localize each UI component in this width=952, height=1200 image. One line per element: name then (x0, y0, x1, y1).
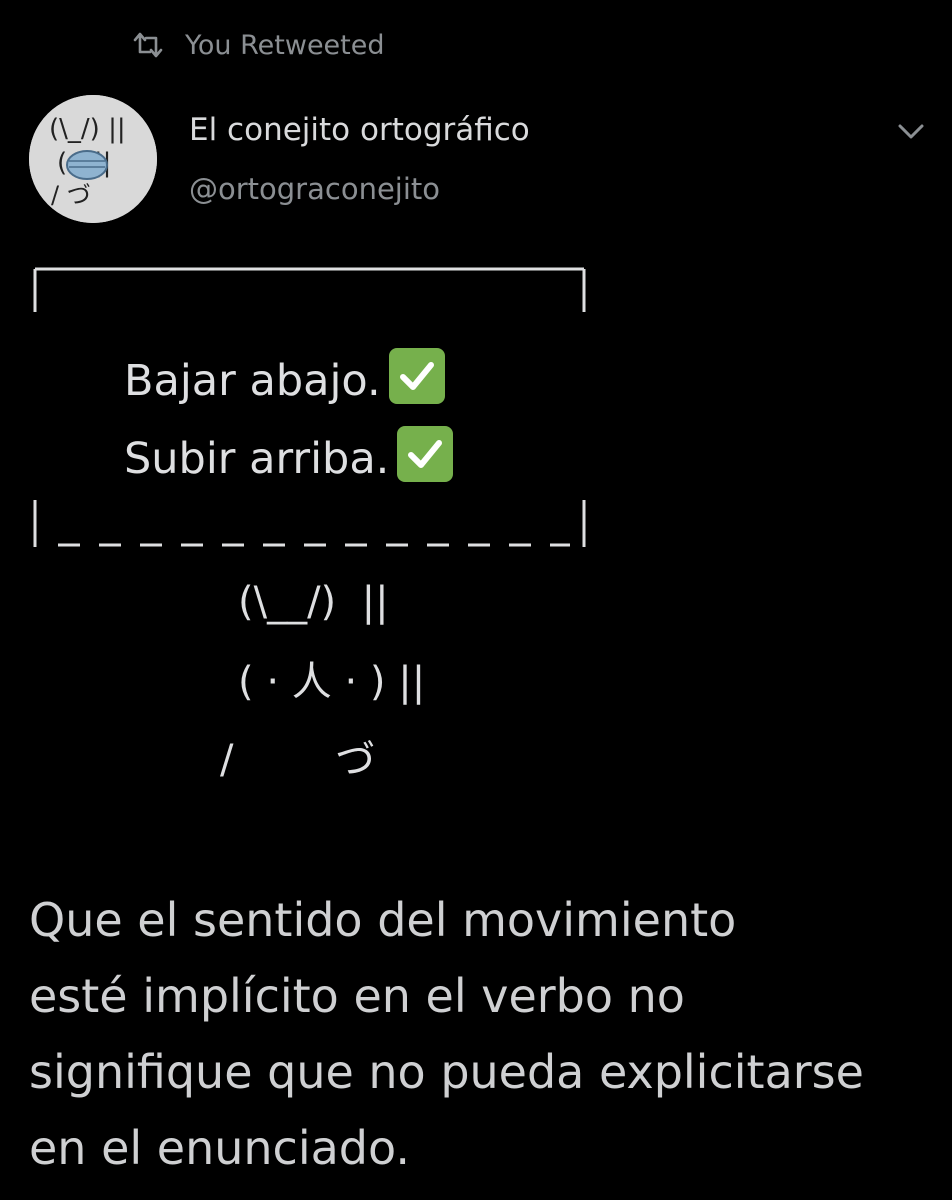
tweet-line: signifique que no pueda explicitarse (29, 1045, 864, 1099)
svg-text:(\_/) ||: (\_/) || (49, 114, 126, 144)
bunny-ears-line: (\__/) || (238, 579, 389, 625)
tweet-text: Que el sentido del movimiento esté implí… (29, 882, 934, 1186)
sign-line-2: Subir arriba. (124, 426, 454, 484)
retweet-icon (133, 32, 163, 58)
bunny-face-line: ( · 人 · ) || (238, 659, 426, 705)
author-handle[interactable]: @ortograconejito (189, 172, 440, 206)
retweet-label: You Retweeted (185, 29, 385, 61)
tweet-line: esté implícito en el verbo no (29, 969, 685, 1023)
avatar[interactable]: (\_/) || ( ) || / づ (29, 95, 157, 223)
bunny-with-mask-avatar: (\_/) || ( ) || / づ (29, 95, 157, 223)
tweet-line: Que el sentido del movimiento (29, 893, 737, 947)
check-mark-button-icon (388, 348, 445, 404)
bunny-arms-line: / づ (220, 737, 376, 783)
sign-line-1-text: Bajar abajo. (124, 356, 381, 406)
sign-line-2-text: Subir arriba. (124, 434, 390, 484)
retweet-indicator: You Retweeted (131, 27, 385, 63)
sign-ascii-art: Bajar abajo. Subir arriba. (0, 250, 952, 580)
check-mark-button-icon (397, 426, 454, 482)
sign-line-1: Bajar abajo. (124, 348, 445, 404)
svg-text:/ づ: / づ (51, 181, 91, 209)
author-name[interactable]: El conejito ortográfico (189, 112, 530, 148)
chevron-down-icon[interactable] (894, 117, 928, 145)
sign-frame (33, 267, 586, 547)
tweet-line: en el enunciado. (29, 1121, 410, 1175)
